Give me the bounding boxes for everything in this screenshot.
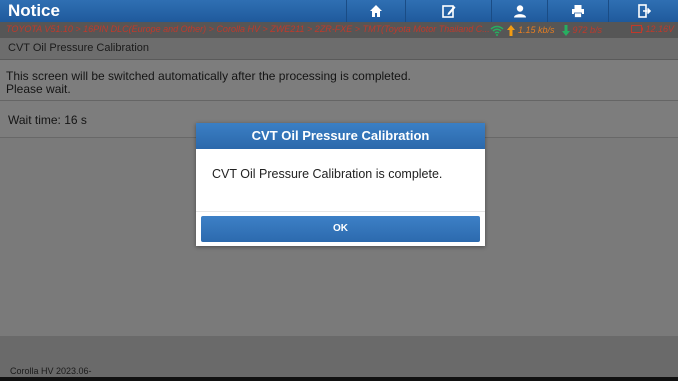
network-status: 1.15 kb/s 972 b/s: [490, 24, 602, 36]
wait-time: Wait time: 16 s: [8, 113, 87, 127]
user-icon: [513, 5, 526, 18]
dialog-divider: [196, 211, 485, 212]
footer-bar: Corolla HV 2023.06-: [0, 336, 678, 381]
page-title: CVT Oil Pressure Calibration: [8, 42, 150, 54]
app-title: Notice: [8, 1, 60, 20]
vehicle-info: Corolla HV 2023.06-: [10, 366, 92, 376]
completion-dialog: CVT Oil Pressure Calibration CVT Oil Pre…: [196, 123, 485, 246]
exit-icon: [637, 4, 651, 18]
status-message: This screen will be switched automatical…: [0, 60, 678, 101]
edit-icon: [441, 5, 455, 18]
dialog-title: CVT Oil Pressure Calibration: [196, 123, 485, 149]
page-header: CVT Oil Pressure Calibration: [0, 38, 678, 60]
download-arrow-icon: [561, 24, 570, 36]
user-button[interactable]: [492, 0, 547, 22]
battery-status: 12.16V: [631, 24, 674, 34]
home-button[interactable]: [347, 0, 405, 22]
wifi-icon: [490, 25, 504, 36]
message-line-1: This screen will be switched automatical…: [6, 69, 411, 83]
edit-button[interactable]: [406, 0, 491, 22]
battery-icon: [631, 25, 644, 33]
upload-speed: 1.15 kb/s: [518, 25, 555, 35]
bottom-edge: [0, 377, 678, 381]
ok-button[interactable]: OK: [201, 216, 480, 242]
message-line-2: Please wait.: [6, 82, 71, 96]
print-button[interactable]: [548, 0, 608, 22]
breadcrumb-bar: TOYOTA V51.10 > 16PIN DLC(Europe and Oth…: [0, 22, 678, 38]
exit-button[interactable]: [609, 0, 678, 22]
print-icon: [572, 5, 584, 18]
upload-arrow-icon: [507, 24, 515, 36]
download-speed: 972 b/s: [572, 25, 603, 35]
home-icon: [370, 5, 382, 17]
top-bar: Notice: [0, 0, 678, 22]
battery-voltage: 12.16V: [645, 24, 674, 34]
dialog-message: CVT Oil Pressure Calibration is complete…: [212, 167, 443, 181]
breadcrumb: TOYOTA V51.10 > 16PIN DLC(Europe and Oth…: [6, 24, 490, 34]
